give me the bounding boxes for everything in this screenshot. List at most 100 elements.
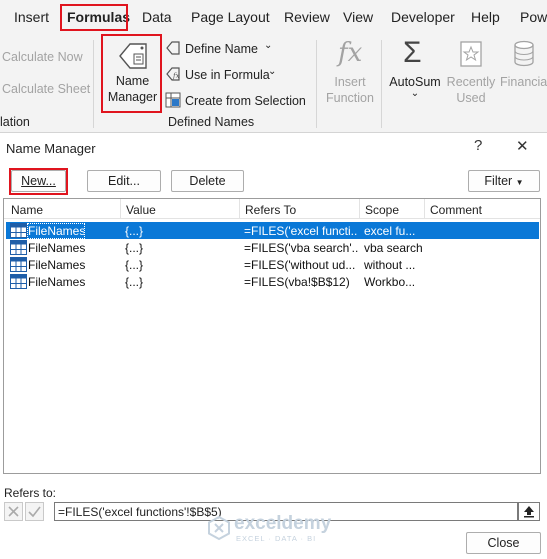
- check-icon: [28, 506, 41, 518]
- calculate-now-button[interactable]: Calculate Now: [2, 50, 83, 64]
- tab-power[interactable]: Powe: [520, 9, 547, 25]
- column-divider: [239, 199, 240, 219]
- tab-review[interactable]: Review: [284, 9, 330, 25]
- svg-text:fx: fx: [172, 72, 180, 80]
- name-manager-dialog: Name Manager ? ✕ New... Edit... Delete F…: [0, 133, 547, 559]
- cell-name: FileNames: [28, 258, 86, 272]
- column-divider: [359, 199, 360, 219]
- column-comment[interactable]: Comment: [430, 203, 482, 217]
- close-icon[interactable]: ✕: [516, 137, 529, 155]
- column-value[interactable]: Value: [126, 203, 156, 217]
- cell-refers-to: =FILES('vba search'...: [244, 241, 358, 255]
- calculation-group-label: lation: [0, 115, 30, 129]
- name-grid-icon: [10, 257, 27, 272]
- chevron-down-icon: ⌄: [410, 88, 420, 99]
- exceldemy-logo-icon: [208, 515, 230, 541]
- insert-function-label-2: Function: [326, 91, 374, 105]
- table-row[interactable]: FileNames {...} =FILES('vba search'... v…: [6, 239, 539, 256]
- confirm-edit-button[interactable]: [25, 502, 44, 521]
- ribbon-separator: [381, 40, 382, 128]
- recently-used-button[interactable]: Recently Used: [444, 38, 498, 108]
- name-grid-icon: [10, 223, 27, 238]
- name-grid-icon: [10, 274, 27, 289]
- ribbon: Insert Formulas Data Page Layout Review …: [0, 0, 547, 133]
- recently-used-label-2: Used: [456, 91, 486, 105]
- edit-button[interactable]: Edit...: [87, 170, 161, 192]
- caret-down-icon: ▼: [515, 178, 524, 187]
- column-refers-to[interactable]: Refers To: [245, 203, 296, 217]
- tab-view[interactable]: View: [343, 9, 373, 25]
- use-in-formula-button[interactable]: Use in Formula: [185, 68, 270, 82]
- fx-icon: fx: [338, 38, 363, 68]
- tab-developer[interactable]: Developer: [391, 9, 455, 25]
- filter-button[interactable]: Filter ▼: [468, 170, 540, 192]
- create-from-selection-button[interactable]: Create from Selection: [185, 94, 306, 108]
- autosum-button[interactable]: Σ AutoSum ⌄: [386, 36, 444, 108]
- table-row[interactable]: FileNames {...} =FILES('without ud... wi…: [6, 256, 539, 273]
- tab-help[interactable]: Help: [471, 9, 500, 25]
- formulas-tab-highlight: [60, 4, 128, 31]
- database-icon: [514, 40, 534, 67]
- names-list[interactable]: Name Value Refers To Scope Comment FileN…: [3, 198, 541, 474]
- watermark-tagline: EXCEL · DATA · BI: [236, 534, 317, 543]
- cell-refers-to: =FILES(vba!$B$12): [244, 275, 350, 289]
- cell-scope: without ...: [364, 258, 416, 272]
- cross-icon: [8, 506, 19, 517]
- column-divider: [424, 199, 425, 219]
- cell-name: FileNames: [28, 241, 86, 255]
- fx-tag-icon: fx: [166, 67, 180, 81]
- cell-name: FileNames: [28, 275, 86, 289]
- ribbon-separator: [93, 40, 94, 128]
- ribbon-tabs: Insert Formulas Data Page Layout Review …: [0, 0, 547, 34]
- tab-insert[interactable]: Insert: [14, 9, 49, 25]
- cancel-edit-button[interactable]: [4, 502, 23, 521]
- name-manager-highlight: [101, 34, 162, 113]
- new-button-highlight: [9, 168, 68, 195]
- cell-scope: Workbo...: [364, 275, 416, 289]
- cell-scope: vba search: [364, 241, 422, 255]
- cell-name: FileNames: [27, 223, 85, 239]
- cell-scope: excel fu...: [364, 224, 416, 238]
- cell-value: {...}: [125, 258, 144, 272]
- delete-button[interactable]: Delete: [171, 170, 244, 192]
- column-name[interactable]: Name: [11, 203, 43, 217]
- tab-data[interactable]: Data: [142, 9, 172, 25]
- table-row[interactable]: FileNames {...} =FILES(vba!$B$12) Workbo…: [6, 273, 539, 290]
- financial-button[interactable]: Financial: [500, 38, 547, 108]
- dialog-title: Name Manager: [6, 141, 96, 156]
- calculate-sheet-button[interactable]: Calculate Sheet: [2, 82, 90, 96]
- insert-function-label-1: Insert: [334, 75, 366, 89]
- insert-function-button[interactable]: fx Insert Function: [322, 38, 378, 108]
- name-grid-icon: [10, 240, 27, 255]
- cell-refers-to: =FILES('excel functi...: [244, 224, 358, 238]
- define-name-button[interactable]: Define Name: [185, 42, 258, 56]
- ribbon-separator: [316, 40, 317, 128]
- help-button[interactable]: ?: [474, 137, 482, 154]
- refers-to-label: Refers to:: [4, 486, 57, 500]
- financial-label: Financial: [500, 75, 547, 89]
- filter-label: Filter: [484, 174, 513, 188]
- column-scope[interactable]: Scope: [365, 203, 399, 217]
- collapse-dialog-button[interactable]: [518, 502, 540, 521]
- cell-refers-to: =FILES('without ud...: [244, 258, 356, 272]
- watermark: exceldemy EXCEL · DATA · BI: [206, 513, 356, 545]
- star-book-icon: [460, 41, 482, 67]
- defined-names-group-label: Defined Names: [168, 115, 255, 129]
- upload-arrow-icon: [524, 506, 534, 518]
- create-from-selection-icon: [165, 92, 181, 108]
- list-header: Name Value Refers To Scope Comment: [4, 199, 540, 219]
- cell-value: {...}: [125, 275, 144, 289]
- tag-icon: [166, 41, 180, 55]
- watermark-brand: exceldemy: [234, 513, 332, 534]
- recently-used-label-1: Recently: [446, 75, 496, 89]
- table-row[interactable]: FileNames {...} =FILES('excel functi... …: [6, 222, 539, 239]
- sigma-icon: Σ: [403, 36, 422, 69]
- chevron-down-icon: ⌄: [268, 66, 277, 77]
- tab-page-layout[interactable]: Page Layout: [191, 9, 270, 25]
- chevron-down-icon: ⌄: [264, 40, 273, 51]
- cell-value: {...}: [125, 241, 144, 255]
- autosum-label: AutoSum: [389, 75, 441, 89]
- column-divider: [120, 199, 121, 219]
- cell-value: {...}: [125, 224, 144, 238]
- close-button[interactable]: Close: [466, 532, 541, 554]
